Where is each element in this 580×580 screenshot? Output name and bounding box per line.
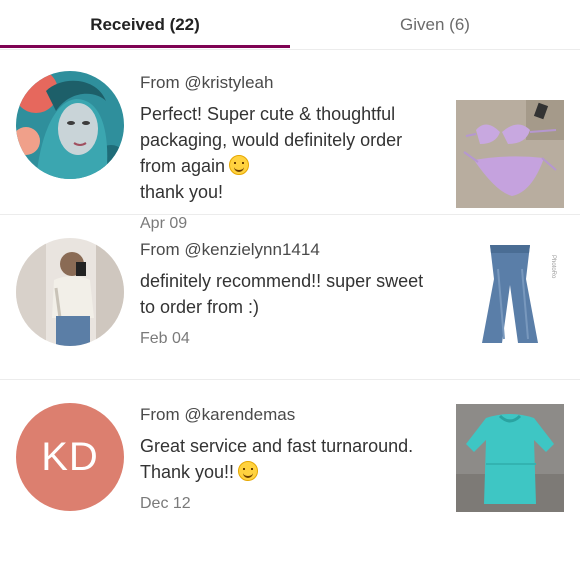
feedback-list: From @kristyleah Perfect! Super cute & t…	[0, 50, 580, 545]
smiling-face-icon	[229, 155, 250, 175]
svg-text:PhotoRo: PhotoRo	[550, 255, 556, 279]
feedback-comment: Great service and fast turnaround. Thank…	[140, 436, 414, 482]
user-photo-avatar-icon	[16, 238, 124, 346]
feedback-from[interactable]: From @kenzielynn1414	[140, 239, 430, 261]
active-tab-indicator	[0, 45, 290, 48]
feedback-item: KD From @karendemas Great service and fa…	[0, 380, 580, 545]
jeans-photo-icon: PhotoRo	[456, 239, 564, 347]
feedback-comment: Perfect! Super cute & thoughtful packagi…	[140, 104, 403, 202]
feedback-date: Dec 12	[140, 495, 191, 512]
item-thumbnail[interactable]	[456, 404, 564, 512]
item-thumbnail[interactable]: PhotoRo	[456, 239, 564, 347]
smiling-face-icon	[238, 461, 259, 481]
feedback-from[interactable]: From @karendemas	[140, 404, 430, 426]
tab-received[interactable]: Received (22)	[0, 0, 290, 50]
user-avatar[interactable]	[16, 71, 124, 179]
feedback-tabs: Received (22) Given (6)	[0, 0, 580, 50]
feedback-date: Feb 04	[140, 330, 190, 347]
item-thumbnail[interactable]	[456, 100, 564, 208]
feedback-item: From @kenzielynn1414 definitely recommen…	[0, 215, 580, 380]
user-photo-avatar-icon	[16, 71, 124, 179]
feedback-from[interactable]: From @kristyleah	[140, 72, 430, 94]
teal-top-photo-icon	[456, 404, 564, 512]
user-avatar[interactable]	[16, 238, 124, 346]
avatar-initials: KD	[41, 434, 99, 479]
user-avatar-initials[interactable]: KD	[16, 403, 124, 511]
feedback-comment: definitely recommend!! super sweet to or…	[140, 271, 424, 317]
tab-given[interactable]: Given (6)	[290, 0, 580, 50]
feedback-item: From @kristyleah Perfect! Super cute & t…	[0, 50, 580, 232]
lavender-bikini-photo-icon	[456, 100, 564, 208]
